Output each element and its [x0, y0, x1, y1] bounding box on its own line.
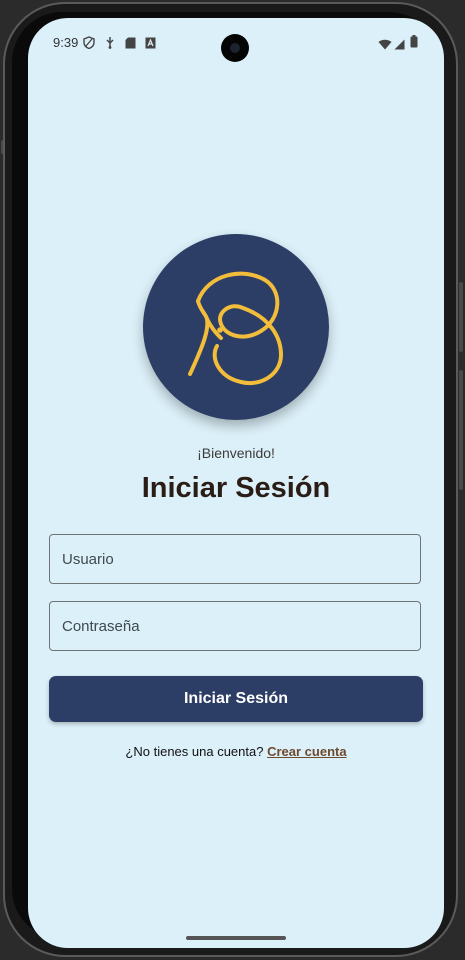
app-screen: 9:39 ¡Bienvenido! Iniciar Sesión Usuario…: [28, 18, 444, 948]
page-title: Iniciar Sesión: [141, 472, 331, 504]
sd-card-icon: [125, 36, 136, 54]
power-button: [459, 282, 463, 352]
shield-icon: [83, 36, 95, 54]
status-time: 9:39: [53, 35, 79, 50]
login-button[interactable]: Iniciar Sesión: [49, 676, 423, 722]
home-indicator[interactable]: [186, 936, 286, 940]
a-box-icon: [145, 36, 156, 54]
create-account-link[interactable]: Crear cuenta: [267, 744, 346, 759]
battery-icon: [410, 35, 418, 53]
password-placeholder: Contraseña: [62, 618, 140, 635]
device-frame: 9:39 ¡Bienvenido! Iniciar Sesión Usuario…: [0, 0, 465, 960]
signup-prompt: ¿No tienes una cuenta?: [125, 744, 264, 759]
signal-icon: [394, 37, 405, 55]
app-logo: [143, 234, 329, 420]
signup-row: ¿No tienes una cuenta? Crear cuenta: [28, 744, 444, 759]
username-placeholder: Usuario: [62, 551, 114, 568]
welcome-text: ¡Bienvenido!: [197, 445, 275, 461]
wifi-icon: [378, 37, 392, 55]
password-field[interactable]: Contraseña: [49, 601, 421, 651]
usb-debug-icon: [105, 36, 115, 54]
volume-button: [459, 370, 463, 490]
username-field[interactable]: Usuario: [49, 534, 421, 584]
front-camera: [221, 34, 249, 62]
status-bar: 9:39: [28, 18, 444, 66]
